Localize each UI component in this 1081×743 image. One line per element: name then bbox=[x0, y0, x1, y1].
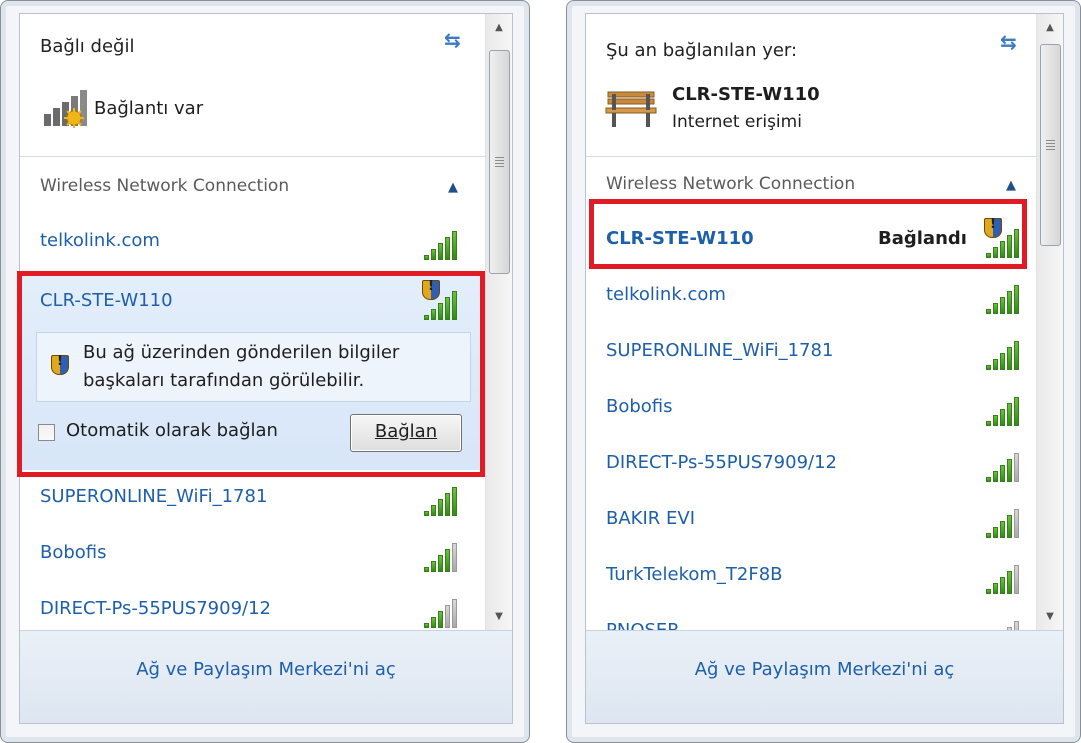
signal-bars-icon bbox=[422, 480, 464, 516]
security-warning: Bu ağ üzerinden gönderilen bilgiler başk… bbox=[36, 332, 471, 402]
signal-bars-icon bbox=[984, 390, 1026, 426]
network-name: telkolink.com bbox=[606, 284, 726, 305]
network-name: BAKIR EVI bbox=[606, 508, 695, 529]
network-name: CLR-STE-W110 bbox=[40, 290, 173, 311]
wifi-flyout-disconnected: Bağlı değil ⇆ Bağlantı var Wireless Netw… bbox=[0, 0, 530, 743]
section-label: Wireless Network Connection bbox=[606, 174, 856, 194]
refresh-icon[interactable]: ⇆ bbox=[444, 28, 461, 52]
warning-line-2: başkaları tarafından görülebilir. bbox=[83, 370, 365, 391]
network-row[interactable]: Bobofis bbox=[20, 528, 485, 580]
refresh-icon[interactable]: ⇆ bbox=[1000, 30, 1017, 54]
network-row[interactable]: BAKIR EVI bbox=[586, 494, 1036, 546]
network-name: Bobofis bbox=[40, 542, 107, 563]
divider bbox=[20, 156, 485, 157]
flyout-footer: Ağ ve Paylaşım Merkezi'ni aç bbox=[20, 630, 512, 723]
signal-bars-icon bbox=[422, 536, 464, 572]
scrollbar[interactable]: ▲ ▼ bbox=[1036, 14, 1063, 631]
connect-button-label: Bağlan bbox=[374, 421, 438, 442]
warning-text: Bu ağ üzerinden gönderilen bilgiler başk… bbox=[83, 339, 399, 395]
network-row[interactable]: DIRECT-Ps-55PUS7909/12 bbox=[20, 584, 485, 636]
signal-bars-icon bbox=[984, 278, 1026, 314]
current-network-status: Internet erişimi bbox=[672, 112, 802, 132]
scroll-down-icon[interactable]: ▼ bbox=[486, 605, 512, 629]
network-name: telkolink.com bbox=[40, 230, 160, 251]
divider bbox=[586, 156, 1036, 157]
signal-bars-icon bbox=[984, 558, 1026, 594]
scroll-down-icon[interactable]: ▼ bbox=[1037, 605, 1063, 629]
network-center-link[interactable]: Ağ ve Paylaşım Merkezi'ni aç bbox=[20, 659, 512, 680]
status-title: Şu an bağlanılan yer: bbox=[606, 40, 798, 61]
selected-network-panel[interactable]: CLR-STE-W110 Bu ağ üzerinden gönderilen … bbox=[20, 274, 485, 470]
network-name: SUPERONLINE_WiFi_1781 bbox=[40, 486, 268, 507]
current-network-name: CLR-STE-W110 bbox=[672, 84, 820, 105]
status-title: Bağlı değil bbox=[40, 36, 135, 57]
scrollbar-thumb[interactable] bbox=[489, 50, 510, 274]
connection-label: Bağlantı var bbox=[94, 98, 204, 119]
signal-bars-icon bbox=[422, 592, 464, 628]
section-label: Wireless Network Connection bbox=[40, 176, 290, 196]
signal-bars-icon bbox=[984, 446, 1026, 482]
scroll-up-icon[interactable]: ▲ bbox=[486, 16, 512, 40]
network-name: Bobofis bbox=[606, 396, 673, 417]
scrollbar[interactable]: ▲ ▼ bbox=[485, 14, 512, 631]
signal-bars-icon bbox=[984, 334, 1026, 370]
auto-connect-label: Otomatik olarak bağlan bbox=[66, 420, 278, 441]
network-row[interactable]: DIRECT-Ps-55PUS7909/12 bbox=[586, 438, 1036, 490]
connected-status: Bağlandı bbox=[878, 228, 967, 249]
network-center-link[interactable]: Ağ ve Paylaşım Merkezi'ni aç bbox=[586, 659, 1063, 680]
auto-connect-checkbox[interactable] bbox=[38, 424, 55, 441]
bench-icon bbox=[604, 86, 660, 130]
signal-bars-icon bbox=[42, 88, 98, 130]
network-row[interactable]: SUPERONLINE_WiFi_1781 bbox=[586, 326, 1036, 378]
network-row[interactable]: SUPERONLINE_WiFi_1781 bbox=[20, 472, 485, 524]
shield-warning-icon bbox=[984, 217, 1002, 238]
network-name: TurkTelekom_T2F8B bbox=[606, 564, 783, 585]
flyout-footer: Ağ ve Paylaşım Merkezi'ni aç bbox=[586, 630, 1063, 723]
signal-bars-icon bbox=[984, 502, 1026, 538]
scroll-up-icon[interactable]: ▲ bbox=[1037, 16, 1063, 40]
network-row[interactable]: Bobofis bbox=[586, 382, 1036, 434]
flyout-content: Bağlı değil ⇆ Bağlantı var Wireless Netw… bbox=[19, 13, 513, 724]
network-name: DIRECT-Ps-55PUS7909/12 bbox=[40, 598, 272, 619]
warning-line-1: Bu ağ üzerinden gönderilen bilgiler bbox=[83, 342, 400, 363]
chevron-up-icon[interactable]: ▲ bbox=[1006, 178, 1016, 193]
connected-network-row[interactable]: CLR-STE-W110 Bağlandı bbox=[586, 214, 1036, 266]
shield-warning-icon bbox=[51, 354, 69, 375]
scrollbar-thumb[interactable] bbox=[1040, 44, 1061, 246]
network-row[interactable]: telkolink.com bbox=[20, 216, 485, 268]
wifi-flyout-connected: Şu an bağlanılan yer: ⇆ CLR-STE-W110 Int… bbox=[566, 0, 1081, 743]
chevron-up-icon[interactable]: ▲ bbox=[448, 180, 458, 195]
signal-bars-icon bbox=[422, 224, 464, 260]
network-name: SUPERONLINE_WiFi_1781 bbox=[606, 340, 834, 361]
network-row[interactable]: TurkTelekom_T2F8B bbox=[586, 550, 1036, 602]
network-name: DIRECT-Ps-55PUS7909/12 bbox=[606, 452, 838, 473]
flyout-content: Şu an bağlanılan yer: ⇆ CLR-STE-W110 Int… bbox=[585, 13, 1064, 724]
shield-warning-icon bbox=[422, 279, 440, 300]
network-name: CLR-STE-W110 bbox=[606, 228, 754, 249]
network-row[interactable]: telkolink.com bbox=[586, 270, 1036, 322]
connect-button[interactable]: Bağlan bbox=[350, 414, 462, 452]
